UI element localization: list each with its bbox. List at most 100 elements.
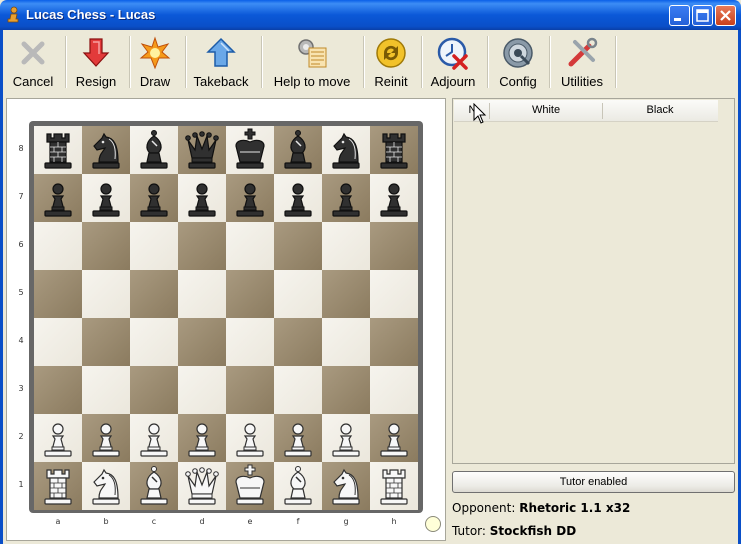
square-h3[interactable] (370, 366, 418, 414)
draw-button[interactable]: Draw (133, 34, 177, 90)
help-to-move-button[interactable]: Help to move (267, 34, 357, 90)
title-bar: Lucas Chess - Lucas (0, 0, 741, 30)
square-h4[interactable] (370, 318, 418, 366)
white-bishop-icon[interactable] (130, 462, 178, 510)
white-knight-icon[interactable] (322, 462, 370, 510)
reinit-button[interactable]: Reinit (367, 34, 415, 90)
white-pawn-icon[interactable] (274, 414, 322, 462)
black-knight-icon[interactable] (322, 126, 370, 174)
black-queen-icon[interactable] (178, 126, 226, 174)
rank-label: 8 (18, 144, 24, 153)
toolbar-separator (421, 36, 423, 88)
black-king-icon[interactable] (226, 126, 274, 174)
square-g4[interactable] (322, 318, 370, 366)
black-pawn-icon[interactable] (226, 174, 274, 222)
rank-label: 1 (18, 480, 24, 489)
tutor-toggle-button[interactable]: Tutor enabled (452, 471, 735, 493)
square-f5[interactable] (274, 270, 322, 318)
adjourn-button[interactable]: Adjourn (425, 34, 481, 90)
black-pawn-icon[interactable] (34, 174, 82, 222)
square-c4[interactable] (130, 318, 178, 366)
square-d3[interactable] (178, 366, 226, 414)
resign-button[interactable]: Resign (69, 34, 123, 90)
black-pawn-icon[interactable] (130, 174, 178, 222)
square-d5[interactable] (178, 270, 226, 318)
square-h5[interactable] (370, 270, 418, 318)
square-f4[interactable] (274, 318, 322, 366)
white-rook-icon[interactable] (34, 462, 82, 510)
opponent-label: Opponent: (452, 501, 516, 515)
square-b3[interactable] (82, 366, 130, 414)
black-pawn-icon[interactable] (82, 174, 130, 222)
config-button[interactable]: Config (493, 34, 543, 90)
minimize-icon (674, 18, 681, 21)
square-g3[interactable] (322, 366, 370, 414)
maximize-icon (696, 9, 709, 22)
app-pawn-icon (7, 6, 19, 23)
square-c6[interactable] (130, 222, 178, 270)
white-queen-icon[interactable] (178, 462, 226, 510)
file-label: e (247, 517, 253, 526)
white-pawn-icon[interactable] (130, 414, 178, 462)
square-b4[interactable] (82, 318, 130, 366)
turn-indicator (425, 516, 441, 532)
toolbar-separator (549, 36, 551, 88)
square-b5[interactable] (82, 270, 130, 318)
square-a5[interactable] (34, 270, 82, 318)
moves-panel[interactable]: N White Black (452, 98, 735, 464)
square-c3[interactable] (130, 366, 178, 414)
toolbar-separator (185, 36, 187, 88)
white-bishop-icon[interactable] (274, 462, 322, 510)
rank-label: 2 (18, 432, 24, 441)
takeback-button[interactable]: Takeback (189, 34, 253, 90)
config-icon (503, 38, 533, 68)
white-king-icon[interactable] (226, 462, 274, 510)
cancel-button[interactable]: Cancel (9, 34, 57, 90)
black-rook-icon[interactable] (370, 126, 418, 174)
black-pawn-icon[interactable] (322, 174, 370, 222)
square-d6[interactable] (178, 222, 226, 270)
black-knight-icon[interactable] (82, 126, 130, 174)
white-pawn-icon[interactable] (226, 414, 274, 462)
square-c5[interactable] (130, 270, 178, 318)
utilities-button[interactable]: Utilities (555, 34, 609, 90)
close-button[interactable] (715, 5, 736, 26)
column-header-white[interactable]: White (490, 104, 602, 116)
square-d4[interactable] (178, 318, 226, 366)
square-f3[interactable] (274, 366, 322, 414)
black-bishop-icon[interactable] (130, 126, 178, 174)
square-e6[interactable] (226, 222, 274, 270)
square-e3[interactable] (226, 366, 274, 414)
white-rook-icon[interactable] (370, 462, 418, 510)
black-bishop-icon[interactable] (274, 126, 322, 174)
black-pawn-icon[interactable] (370, 174, 418, 222)
maximize-button[interactable] (692, 5, 713, 26)
square-h6[interactable] (370, 222, 418, 270)
black-pawn-icon[interactable] (274, 174, 322, 222)
square-e5[interactable] (226, 270, 274, 318)
square-a6[interactable] (34, 222, 82, 270)
white-pawn-icon[interactable] (178, 414, 226, 462)
square-g5[interactable] (322, 270, 370, 318)
adjourn-icon (437, 37, 468, 70)
black-rook-icon[interactable] (34, 126, 82, 174)
square-a3[interactable] (34, 366, 82, 414)
white-pawn-icon[interactable] (34, 414, 82, 462)
square-a4[interactable] (34, 318, 82, 366)
white-knight-icon[interactable] (82, 462, 130, 510)
square-f6[interactable] (274, 222, 322, 270)
square-b6[interactable] (82, 222, 130, 270)
white-pawn-icon[interactable] (370, 414, 418, 462)
minimize-button[interactable] (669, 5, 690, 26)
help-to-move-icon (298, 39, 327, 68)
black-pawn-icon[interactable] (178, 174, 226, 222)
white-pawn-icon[interactable] (322, 414, 370, 462)
column-header-black[interactable]: Black (603, 104, 717, 116)
tutor-label: Tutor: (452, 524, 486, 538)
white-pawn-icon[interactable] (82, 414, 130, 462)
square-e4[interactable] (226, 318, 274, 366)
square-g6[interactable] (322, 222, 370, 270)
toolbar-separator (615, 36, 617, 88)
file-label: h (391, 517, 397, 526)
toolbar-separator (261, 36, 263, 88)
